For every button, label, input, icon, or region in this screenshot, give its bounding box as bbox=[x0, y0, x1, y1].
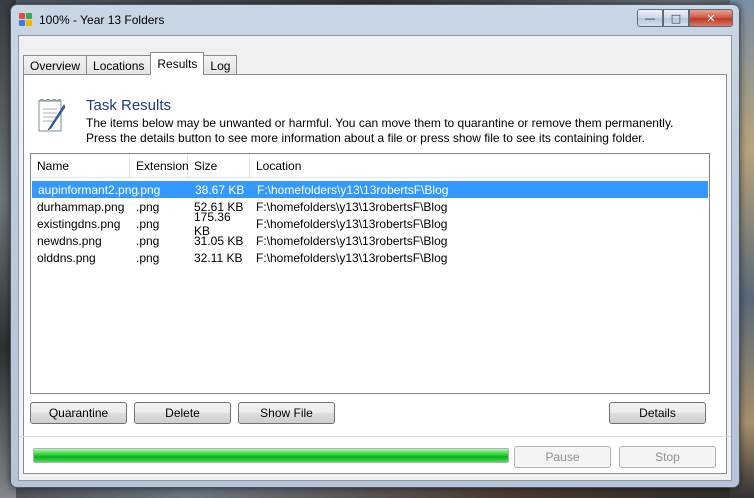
results-list[interactable]: Name Extension Size Location aupinforman… bbox=[30, 153, 710, 394]
cell-name: existingdns.png bbox=[37, 216, 121, 231]
results-description: The items below may be unwanted or harmf… bbox=[86, 116, 716, 146]
tab-strip: Overview Locations Results Log bbox=[23, 52, 238, 75]
cell-extension: .png bbox=[136, 250, 160, 265]
cell-extension: .png bbox=[136, 199, 160, 214]
page-title: Task Results bbox=[86, 97, 172, 114]
close-button[interactable]: ✕ bbox=[689, 9, 733, 27]
close-icon: ✕ bbox=[706, 11, 716, 25]
column-header-name[interactable]: Name bbox=[31, 154, 130, 177]
tab-log[interactable]: Log bbox=[203, 55, 238, 75]
minimize-icon: — bbox=[644, 11, 656, 25]
column-header-size[interactable]: Size bbox=[188, 154, 250, 177]
table-row[interactable]: aupinformant2.png .png 38.67 KB F:\homef… bbox=[32, 181, 708, 198]
task-results-icon bbox=[38, 99, 66, 132]
minimize-button[interactable]: — bbox=[637, 9, 663, 27]
window-controls: — □ ✕ bbox=[637, 9, 733, 27]
quarantine-button[interactable]: Quarantine bbox=[30, 402, 127, 424]
table-row[interactable]: newdns.png .png 31.05 KB F:\homefolders\… bbox=[31, 232, 709, 249]
table-row[interactable]: durhammap.png .png 52.61 KB F:\homefolde… bbox=[31, 198, 709, 215]
cell-location: F:\homefolders\y13\13robertsF\Blog bbox=[256, 216, 448, 231]
list-header: Name Extension Size Location bbox=[31, 154, 709, 178]
stop-button[interactable]: Stop bbox=[619, 446, 716, 468]
cell-location: F:\homefolders\y13\13robertsF\Blog bbox=[257, 182, 449, 197]
app-window: 100% - Year 13 Folders — □ ✕ Overview Lo… bbox=[10, 4, 740, 488]
cell-name: aupinformant2.png bbox=[38, 182, 139, 197]
title-bar[interactable]: 100% - Year 13 Folders — □ ✕ bbox=[11, 5, 739, 35]
maximize-icon: □ bbox=[670, 11, 682, 25]
cell-size: 175.36 KB bbox=[194, 209, 231, 238]
cell-name: durhammap.png bbox=[37, 199, 125, 214]
scan-progress-bar bbox=[33, 448, 509, 463]
maximize-button[interactable]: □ bbox=[663, 9, 689, 27]
tab-locations[interactable]: Locations bbox=[86, 55, 152, 75]
window-client-area: Overview Locations Results Log Task Resu… bbox=[18, 35, 732, 481]
cell-name: olddns.png bbox=[37, 250, 96, 265]
tab-label: Log bbox=[210, 58, 231, 73]
cell-size: 38.67 KB bbox=[195, 182, 245, 197]
results-panel: Task Results The items below may be unwa… bbox=[23, 74, 727, 474]
cell-location: F:\homefolders\y13\13robertsF\Blog bbox=[256, 233, 448, 248]
tab-label: Results bbox=[157, 57, 198, 71]
tab-label: Overview bbox=[30, 58, 81, 73]
details-button[interactable]: Details bbox=[609, 402, 706, 424]
pause-button[interactable]: Pause bbox=[514, 446, 611, 468]
cell-location: F:\homefolders\y13\13robertsF\Blog bbox=[256, 250, 448, 265]
description-line: The items below may be unwanted or harmf… bbox=[86, 116, 674, 130]
cell-extension: .png bbox=[136, 233, 160, 248]
show-file-button[interactable]: Show File bbox=[238, 402, 335, 424]
window-title: 100% - Year 13 Folders bbox=[39, 13, 165, 27]
cell-location: F:\homefolders\y13\13robertsF\Blog bbox=[256, 199, 448, 214]
cell-extension: .png bbox=[137, 182, 161, 197]
tab-results[interactable]: Results bbox=[150, 52, 205, 75]
column-header-extension[interactable]: Extension bbox=[130, 154, 189, 177]
progress-fill bbox=[34, 449, 508, 462]
cell-size: 31.05 KB bbox=[194, 233, 244, 248]
description-line: Press the details button to see more inf… bbox=[86, 131, 645, 145]
divider bbox=[19, 436, 731, 437]
cell-size: 32.11 KB bbox=[194, 250, 243, 265]
cell-extension: .png bbox=[136, 216, 160, 231]
column-header-location[interactable]: Location bbox=[250, 154, 709, 177]
cell-name: newdns.png bbox=[37, 233, 102, 248]
delete-button[interactable]: Delete bbox=[134, 402, 231, 424]
table-row[interactable]: existingdns.png .png 175.36 KB F:\homefo… bbox=[31, 209, 709, 238]
tab-overview[interactable]: Overview bbox=[23, 55, 88, 75]
table-row[interactable]: olddns.png .png 32.11 KB F:\homefolders\… bbox=[31, 249, 709, 266]
tab-label: Locations bbox=[93, 58, 145, 73]
app-logo-icon bbox=[19, 13, 33, 27]
